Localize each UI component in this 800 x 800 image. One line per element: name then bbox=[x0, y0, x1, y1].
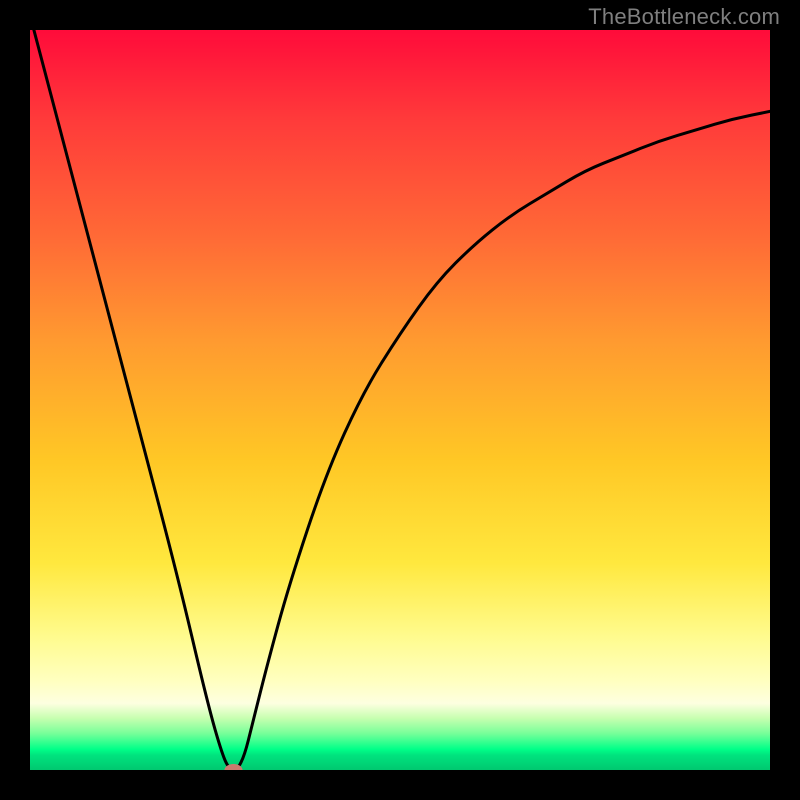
plot-frame bbox=[30, 30, 770, 770]
watermark-text: TheBottleneck.com bbox=[588, 4, 780, 30]
plot-svg bbox=[30, 30, 770, 770]
bottleneck-curve bbox=[30, 30, 770, 770]
